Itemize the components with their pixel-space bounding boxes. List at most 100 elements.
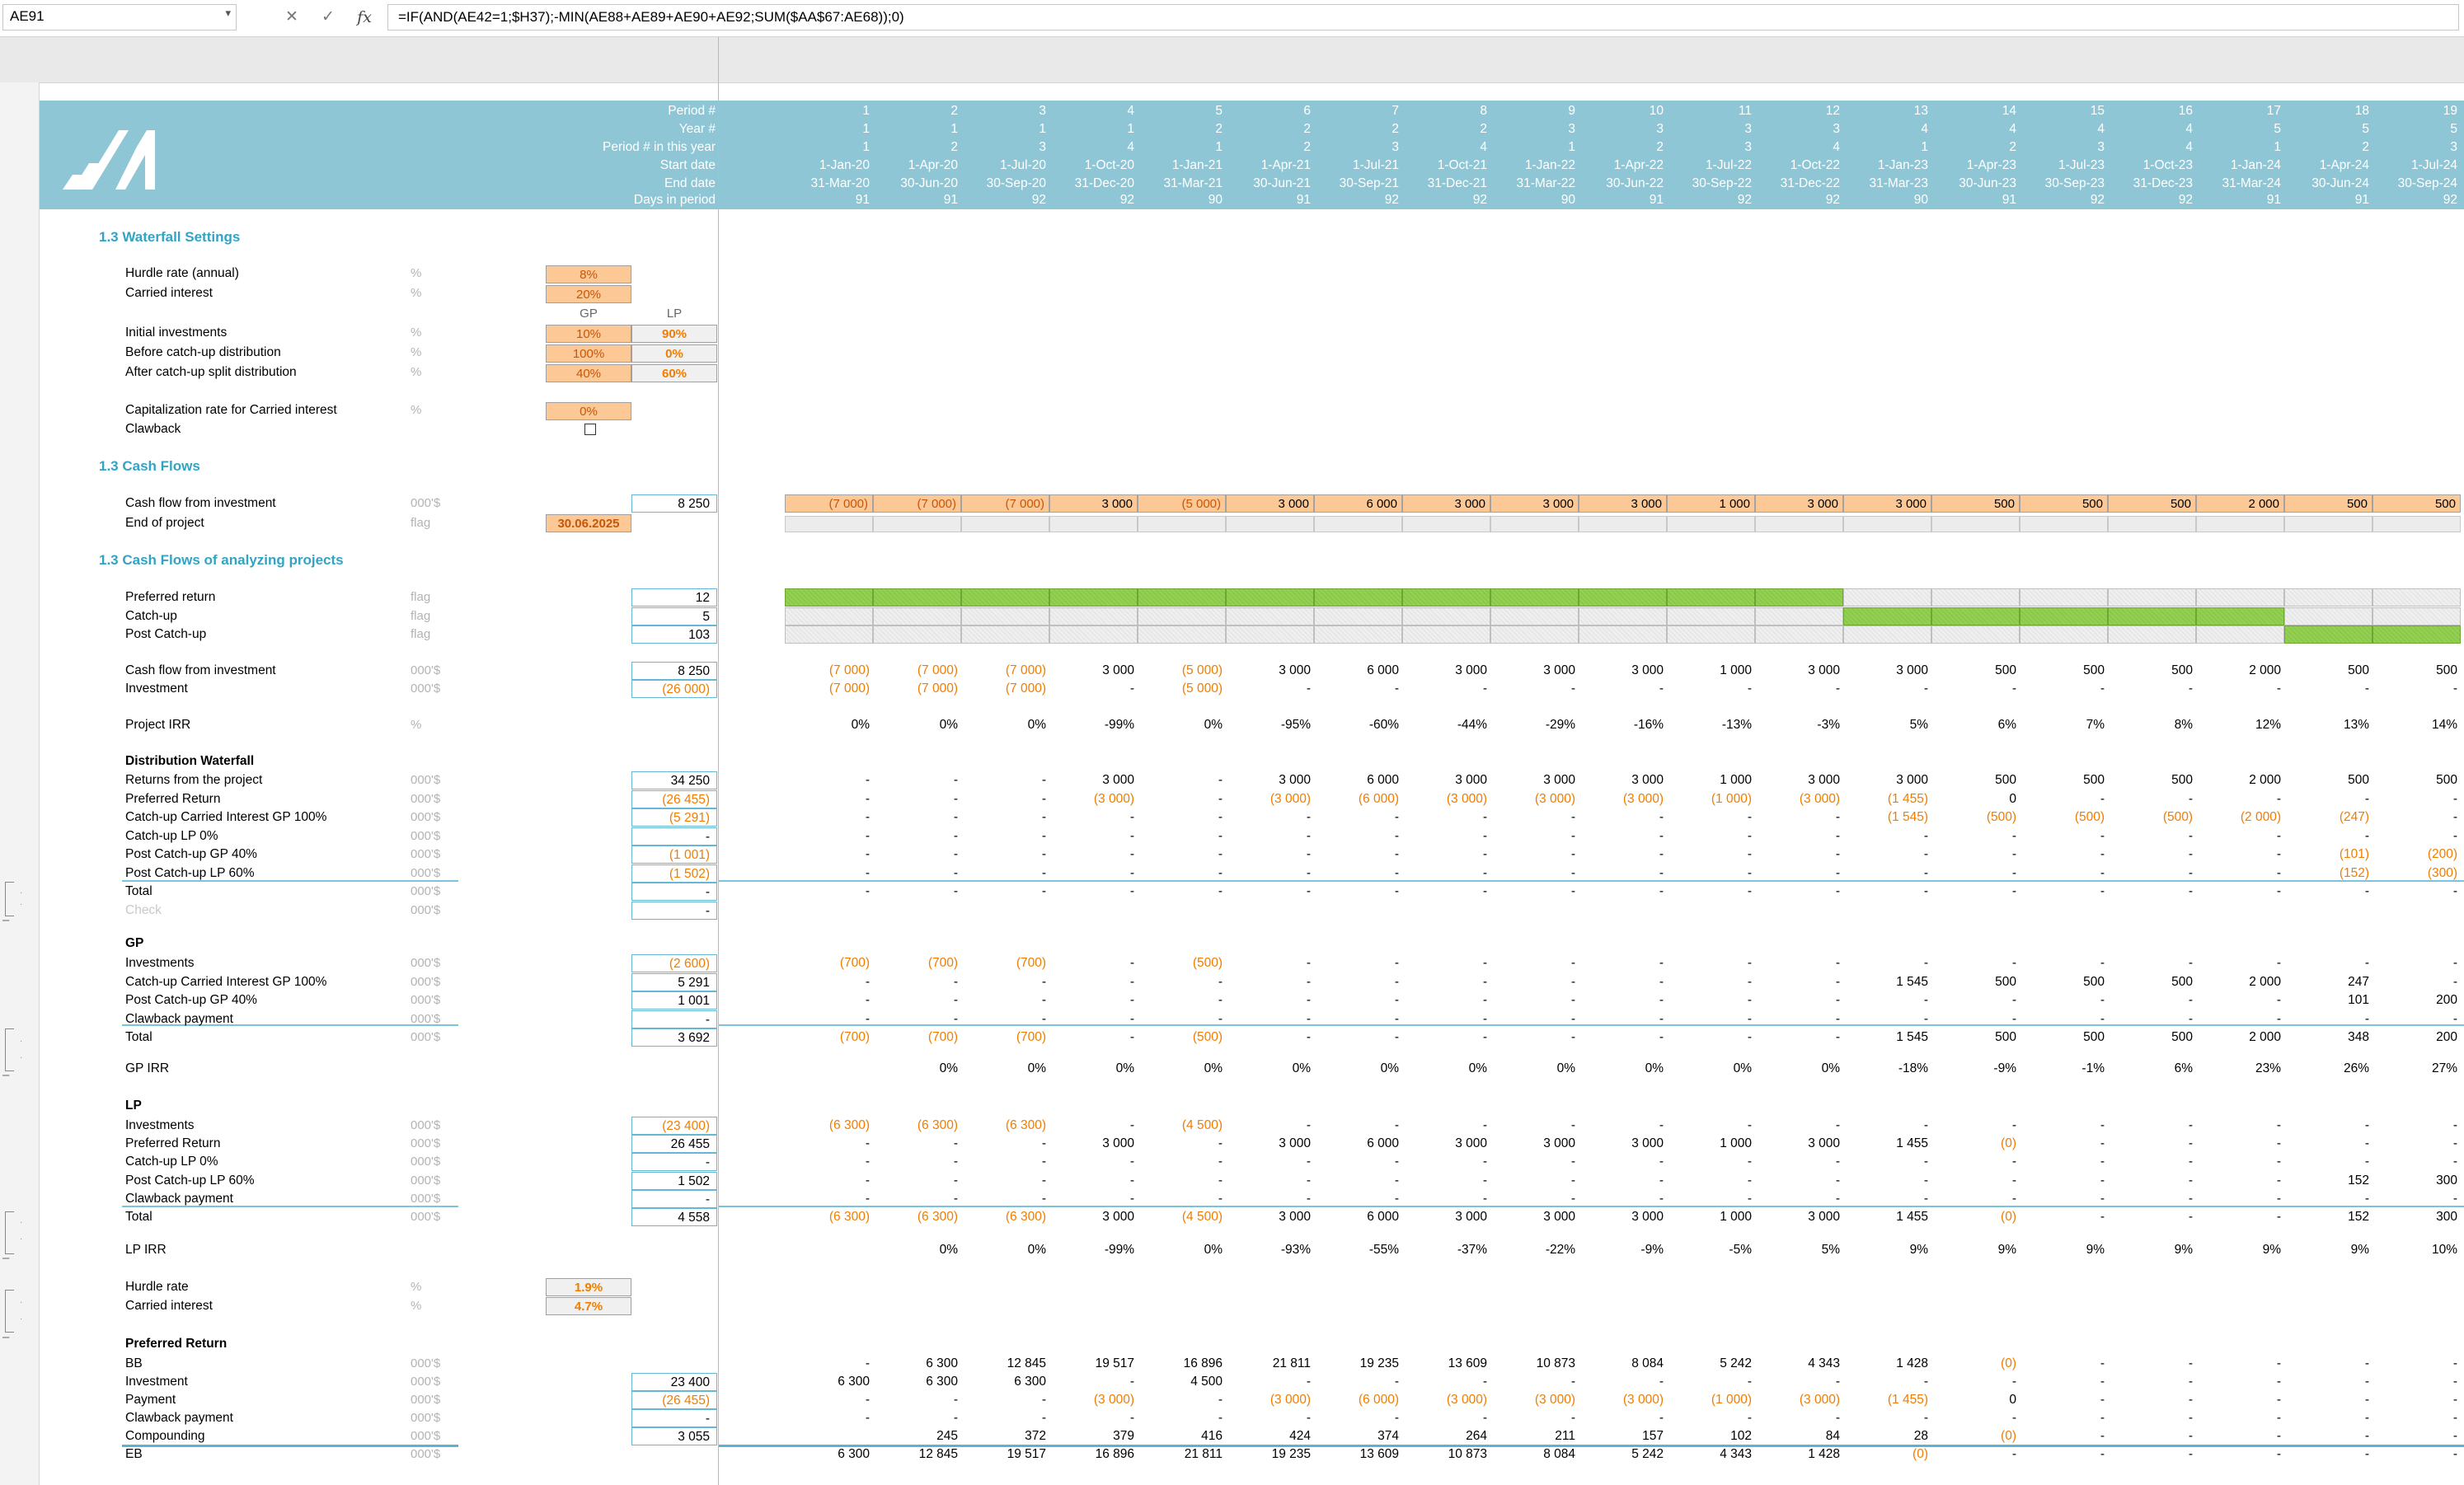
end-of-project-cell <box>1314 516 1402 532</box>
unit: % <box>411 286 422 300</box>
cash-flow-input-cell[interactable]: 1 000 <box>1667 494 1755 513</box>
carried-interest-input[interactable]: 20% <box>546 285 631 303</box>
carried-interest-result-label: Carried interest <box>125 1299 213 1313</box>
cash-flow-input-cell[interactable]: 3 000 <box>1402 494 1490 513</box>
catch-flag-cell <box>1314 607 1402 625</box>
post-flag-cell <box>785 625 873 644</box>
section-waterfall-settings: 1.3 Waterfall Settings <box>99 229 241 245</box>
pref-flag-cell <box>2196 588 2284 607</box>
waterfall-value: (300) <box>2427 865 2457 880</box>
investment-label: Investment <box>125 682 188 696</box>
unit: flag <box>411 590 431 604</box>
hurdle-rate-input[interactable]: 8% <box>546 265 631 283</box>
preferred-return-row-label: Clawback payment <box>125 1411 233 1425</box>
cash-flow-input-cell[interactable]: 500 <box>2020 494 2108 513</box>
gp-row-label: Investments <box>125 956 195 970</box>
unit: flag <box>411 516 431 530</box>
cash-flow-input-cell[interactable]: 500 <box>2284 494 2372 513</box>
group-dot: · <box>20 1314 23 1323</box>
end-of-project-label: End of project <box>125 516 204 530</box>
unit: 000'$ <box>411 1191 441 1206</box>
header-py-19: 3 <box>2450 140 2457 154</box>
cash-flow-input-cell[interactable]: (5 000) <box>1138 494 1226 513</box>
unit: 000'$ <box>411 828 441 843</box>
enter-icon[interactable]: ✓ <box>313 5 343 30</box>
pref-flag-cell <box>2372 588 2461 607</box>
cash-flow-input-cell[interactable]: 3 000 <box>1226 494 1314 513</box>
cash-flow-input-cell[interactable]: (7 000) <box>873 494 961 513</box>
cash-flow-input-cell[interactable]: 3 000 <box>1843 494 1931 513</box>
post-flag-cell <box>1490 625 1579 644</box>
pref-flag-cell <box>1667 588 1755 607</box>
pref-flag-cell <box>873 588 961 607</box>
preferred-return-value: - <box>2452 1411 2457 1425</box>
waterfall-row-label: Catch-up LP 0% <box>125 828 218 843</box>
cash-flow-input-cell[interactable]: 500 <box>2372 494 2461 513</box>
capitalization-rate-input[interactable]: 0% <box>546 402 631 420</box>
clawback-checkbox[interactable] <box>584 424 596 435</box>
catch-flag-cell <box>2196 607 2284 625</box>
name-box[interactable]: AE91 ▾ <box>2 4 237 30</box>
formula-input[interactable]: =IF(AND(AE42=1;$H37);-MIN(AE88+AE89+AE90… <box>387 4 2459 30</box>
collapse-group-icon[interactable]: – <box>2 913 9 927</box>
before-catchup-label: Before catch-up distribution <box>125 345 281 359</box>
chevron-down-icon[interactable]: ▾ <box>225 7 231 20</box>
unit: 000'$ <box>411 682 441 696</box>
catch-flag-cell <box>961 607 1049 625</box>
unit: 000'$ <box>411 956 441 970</box>
gp-value: 200 <box>2436 1030 2457 1044</box>
section-cash-flows: 1.3 Cash Flows <box>99 458 200 474</box>
post-flag-cell <box>1314 625 1402 644</box>
group-bracket <box>5 1290 14 1333</box>
catch-flag-cell <box>2284 607 2372 625</box>
project-irr-value: 14% <box>2431 718 2457 732</box>
end-of-project-cell <box>1402 516 1490 532</box>
cash-flow-input-cell[interactable]: 6 000 <box>1314 494 1402 513</box>
end-of-project-cell <box>2284 516 2372 532</box>
lp-row-label: Post Catch-up LP 60% <box>125 1173 255 1188</box>
catch-flag-cell <box>1402 607 1490 625</box>
end-of-project-cell <box>1579 516 1667 532</box>
collapse-group-icon[interactable]: – <box>2 1068 9 1082</box>
end-of-project-input[interactable]: 30.06.2025 <box>546 514 631 532</box>
preferred-return-value: - <box>2452 1447 2457 1461</box>
after-catchup-gp-input[interactable]: 40% <box>546 364 631 382</box>
collapse-group-icon[interactable]: – <box>2 1251 9 1265</box>
before-catchup-gp-input[interactable]: 100% <box>546 344 631 363</box>
post-flag-cell <box>961 625 1049 644</box>
unit: % <box>411 345 422 359</box>
gp-row-total: 3 692 <box>631 1028 717 1047</box>
cash-flow-input-cell[interactable]: (7 000) <box>961 494 1049 513</box>
cash-flow-input-cell[interactable]: 500 <box>1931 494 2020 513</box>
cash-flow-input-cell[interactable]: 3 000 <box>1490 494 1579 513</box>
waterfall-row-label: Post Catch-up LP 60% <box>125 865 255 880</box>
post-catch-up-flag-label: Post Catch-up <box>125 627 207 641</box>
lp-row-label: Preferred Return <box>125 1136 221 1151</box>
waterfall-row-total: (1 502) <box>631 864 717 883</box>
end-of-project-cell <box>2196 516 2284 532</box>
cash-flow-input-cell[interactable]: 500 <box>2108 494 2196 513</box>
gp-row-total: 5 291 <box>631 972 717 991</box>
initial-investments-gp-input[interactable]: 10% <box>546 325 631 343</box>
pref-flag-cell <box>1314 588 1402 607</box>
unit: 000'$ <box>411 847 441 861</box>
cash-flow-input-cell[interactable]: 2 000 <box>2196 494 2284 513</box>
header-y-19: 5 <box>2450 122 2457 136</box>
insert-function-icon[interactable]: fx <box>350 5 379 30</box>
catch-flag-cell <box>2020 607 2108 625</box>
investment-value: - <box>2452 682 2457 696</box>
unit: 000'$ <box>411 884 441 898</box>
cash-flow-input-cell[interactable]: (7 000) <box>785 494 873 513</box>
end-of-project-cell <box>785 516 873 532</box>
period-label: Period # <box>668 104 716 118</box>
cash-flow-input-cell[interactable]: 3 000 <box>1049 494 1138 513</box>
collapse-group-icon[interactable]: – <box>2 1330 9 1344</box>
carried-interest-result: 4.7% <box>546 1297 631 1315</box>
post-flag-cell <box>1843 625 1931 644</box>
end-of-project-cell <box>2108 516 2196 532</box>
lp-irr-label: LP IRR <box>125 1243 167 1257</box>
cancel-icon[interactable]: ✕ <box>277 5 307 30</box>
cash-flow-input-cell[interactable]: 3 000 <box>1579 494 1667 513</box>
cash-flow-input-cell[interactable]: 3 000 <box>1755 494 1843 513</box>
cash-flow-label: Cash flow from investment <box>125 496 276 510</box>
